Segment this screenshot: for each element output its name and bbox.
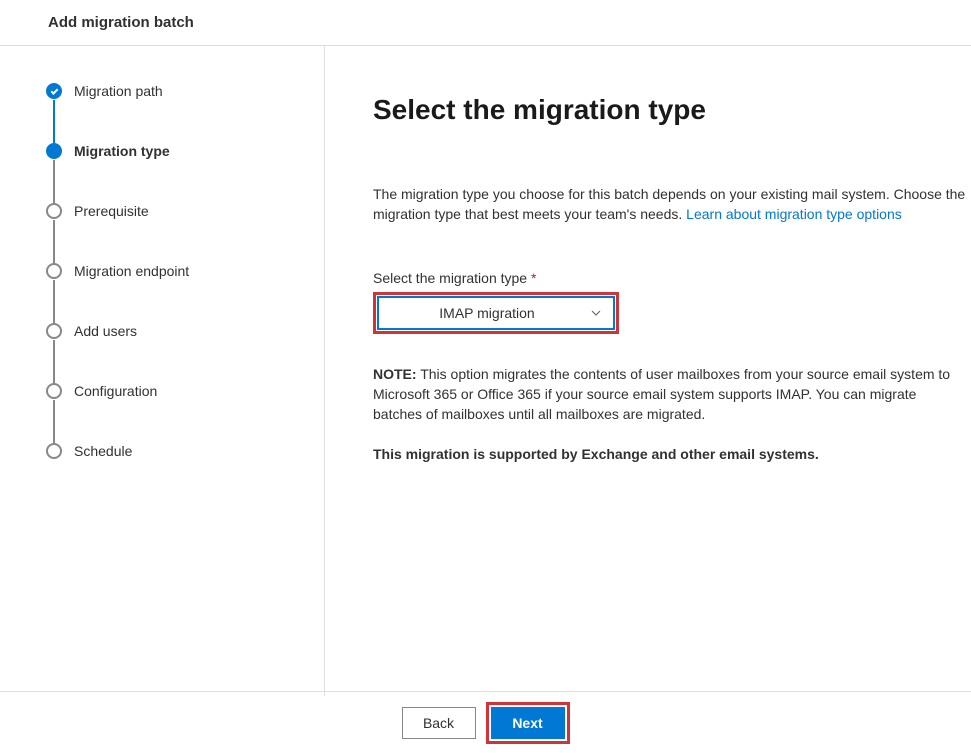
step-label: Configuration bbox=[74, 383, 157, 399]
intro-text: The migration type you choose for this b… bbox=[373, 184, 971, 224]
next-button[interactable]: Next bbox=[491, 707, 565, 739]
page-heading: Select the migration type bbox=[373, 94, 971, 126]
next-button-highlight: Next bbox=[486, 702, 570, 744]
migration-type-label: Select the migration type * bbox=[373, 270, 971, 286]
step-label: Migration type bbox=[74, 143, 170, 159]
step-prerequisite: Prerequisite bbox=[46, 202, 324, 262]
current-step-icon bbox=[46, 143, 62, 159]
main-content: Select the migration type The migration … bbox=[325, 46, 971, 696]
step-configuration: Configuration bbox=[46, 382, 324, 442]
upcoming-step-icon bbox=[46, 263, 62, 279]
panel-body: Migration path Migration type Prerequisi… bbox=[0, 46, 971, 696]
panel-title: Add migration batch bbox=[48, 14, 194, 31]
supported-systems-text: This migration is supported by Exchange … bbox=[373, 446, 971, 462]
upcoming-step-icon bbox=[46, 323, 62, 339]
upcoming-step-icon bbox=[46, 443, 62, 459]
back-button[interactable]: Back bbox=[402, 707, 476, 739]
panel-header: Add migration batch bbox=[0, 0, 971, 46]
step-migration-endpoint: Migration endpoint bbox=[46, 262, 324, 322]
note-text: NOTE: This option migrates the contents … bbox=[373, 364, 963, 424]
step-label: Schedule bbox=[74, 443, 132, 459]
step-label: Add users bbox=[74, 323, 137, 339]
step-add-users: Add users bbox=[46, 322, 324, 382]
learn-more-link[interactable]: Learn about migration type options bbox=[686, 206, 902, 222]
step-label: Migration path bbox=[74, 83, 163, 99]
step-migration-type[interactable]: Migration type bbox=[46, 142, 324, 202]
step-migration-path[interactable]: Migration path bbox=[46, 82, 324, 142]
check-icon bbox=[46, 83, 62, 99]
upcoming-step-icon bbox=[46, 383, 62, 399]
wizard-footer: Back Next bbox=[0, 691, 971, 753]
wizard-stepper: Migration path Migration type Prerequisi… bbox=[0, 46, 325, 696]
step-label: Prerequisite bbox=[74, 203, 149, 219]
step-schedule: Schedule bbox=[46, 442, 324, 460]
upcoming-step-icon bbox=[46, 203, 62, 219]
migration-type-highlight: IMAP migration bbox=[373, 292, 619, 334]
migration-type-select[interactable]: IMAP migration bbox=[378, 297, 614, 329]
required-indicator: * bbox=[531, 270, 536, 286]
step-label: Migration endpoint bbox=[74, 263, 189, 279]
